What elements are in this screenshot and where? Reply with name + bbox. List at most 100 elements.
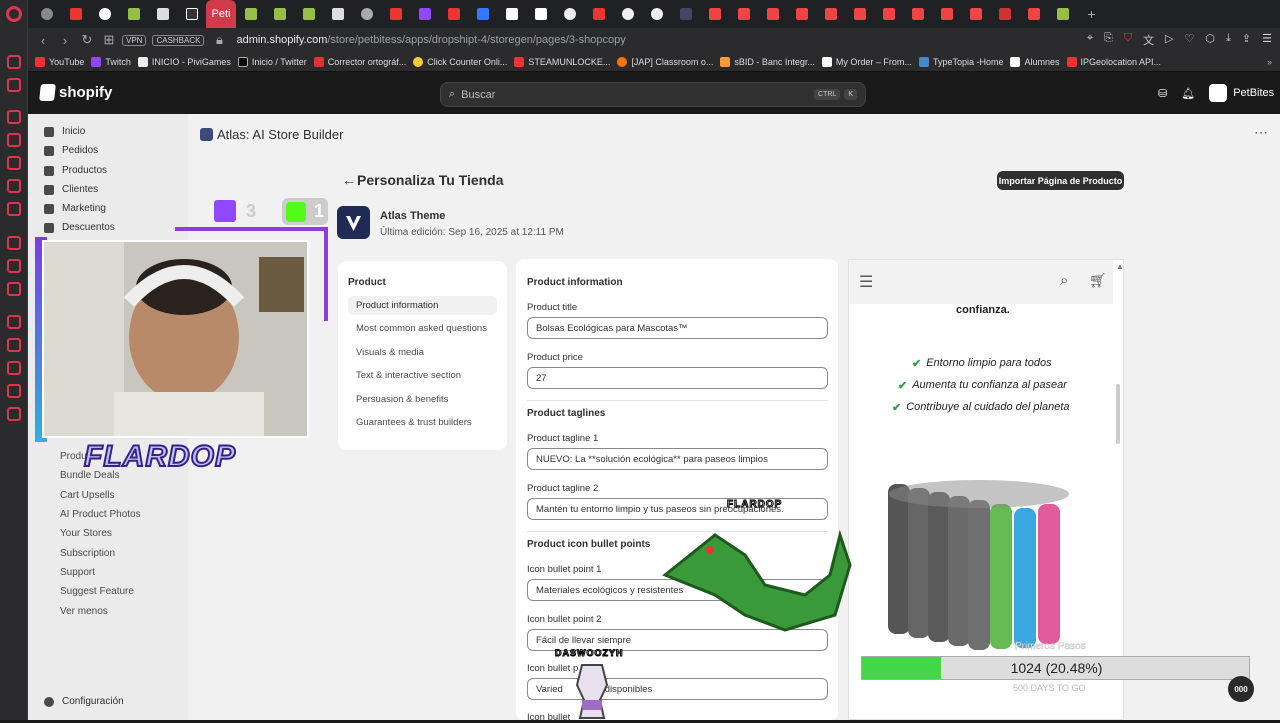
sidebar-item-inicio[interactable]: Inicio (44, 126, 85, 137)
tab[interactable] (787, 0, 816, 28)
tab[interactable] (177, 0, 206, 28)
tab[interactable] (729, 0, 758, 28)
speed-dial-icon[interactable]: ⊞ (102, 32, 116, 48)
bookmark-item[interactable]: TypeTopia -Home (918, 56, 1003, 67)
chat-bubble-badge[interactable]: 000 (1228, 676, 1254, 702)
tab[interactable] (961, 0, 990, 28)
tab-active[interactable]: Peti (206, 0, 236, 28)
store-switcher[interactable]: PetBites (1209, 84, 1274, 102)
preview-search-icon[interactable]: ⌕ (1060, 272, 1068, 289)
cashback-badge[interactable]: CASHBACK (152, 34, 205, 46)
nav-item-text-interactive[interactable]: Text & interactive section (348, 366, 497, 385)
tab[interactable] (61, 0, 90, 28)
tab[interactable] (845, 0, 874, 28)
bookmark-item[interactable]: IPGeolocation API... (1066, 56, 1161, 67)
cart-icon[interactable]: 🛒︎ (1089, 272, 1107, 289)
feedback-icon[interactable] (7, 384, 21, 398)
player-icon[interactable] (7, 202, 21, 216)
bookmark-item[interactable]: STEAMUNLOCKE... (514, 56, 610, 67)
tab[interactable] (410, 0, 439, 28)
download-icon[interactable] (7, 361, 21, 375)
bookmark-item[interactable]: INICIO - PiviGames (137, 56, 231, 67)
shield-icon[interactable]: ⛉ (1124, 32, 1132, 48)
back-arrow-icon[interactable]: ‹ (36, 33, 50, 48)
tab[interactable] (90, 0, 119, 28)
more-options-icon[interactable]: ⋯ (1254, 124, 1268, 141)
tab[interactable] (613, 0, 642, 28)
import-product-page-button[interactable]: Importar Página de Producto (997, 171, 1124, 190)
sidebar-subitem[interactable]: AI Product Photos (60, 509, 141, 520)
sidebar-item-productos[interactable]: Productos (44, 165, 107, 176)
reload-icon[interactable]: ↻ (80, 32, 94, 48)
sidebar-subitem[interactable]: Suggest Feature (60, 586, 134, 597)
bookmark-icon[interactable] (7, 338, 21, 352)
tab[interactable] (119, 0, 148, 28)
lock-icon[interactable]: 🔒︎ (212, 32, 226, 48)
bookmark-item[interactable]: Click Counter Onli... (413, 56, 507, 67)
search-input[interactable]: ⌕ Buscar CTRL K (440, 82, 866, 107)
product-price-input[interactable]: 27 (527, 367, 828, 389)
tab[interactable] (439, 0, 468, 28)
sidebar-subitem[interactable]: Cart Upsells (60, 490, 114, 501)
tab[interactable] (526, 0, 555, 28)
nav-item-guarantees[interactable]: Guarantees & trust builders (348, 413, 497, 432)
sidebar-subitem[interactable]: Produ (60, 451, 87, 462)
tab[interactable] (294, 0, 323, 28)
url-field[interactable]: admin.shopify.com/store/petbitess/apps/d… (236, 34, 625, 46)
bookmark-item[interactable]: [JAP] Classroom o... (617, 56, 713, 67)
sidebar-item-descuentos[interactable]: Descuentos (44, 222, 115, 233)
preview-scrollbar[interactable] (1116, 384, 1120, 444)
scroll-up-icon[interactable]: ▲ (1116, 262, 1124, 271)
tab[interactable] (903, 0, 932, 28)
back-arrow-icon[interactable]: ← (342, 172, 356, 188)
notifications-bell-icon[interactable]: 🔔︎ (1181, 87, 1195, 100)
share-icon[interactable]: ⇪ (1242, 32, 1251, 48)
tab[interactable] (148, 0, 177, 28)
play-icon[interactable]: ▷ (1165, 32, 1173, 48)
tab[interactable] (497, 0, 526, 28)
tab[interactable] (468, 0, 497, 28)
tab[interactable] (642, 0, 671, 28)
clock-icon[interactable] (7, 315, 21, 329)
sidebar-subitem[interactable]: Support (60, 567, 95, 578)
pin-tool-icon[interactable]: ⌖ (1087, 32, 1093, 48)
nav-item-visuals-media[interactable]: Visuals & media (348, 343, 497, 362)
twitch-side-icon[interactable] (7, 259, 21, 273)
new-tab-button[interactable]: + (1077, 0, 1106, 28)
messenger-icon[interactable] (7, 78, 21, 92)
tab[interactable] (555, 0, 584, 28)
nav-item-product-information[interactable]: Product information (348, 296, 497, 315)
tab[interactable] (700, 0, 729, 28)
wallet-icon[interactable] (7, 156, 21, 170)
bookmark-item[interactable]: Inicio / Twitter (237, 56, 307, 67)
x-icon[interactable] (7, 282, 21, 296)
tab[interactable] (1048, 0, 1077, 28)
bookmark-item[interactable]: Twitch (91, 56, 131, 67)
sidebar-item-clientes[interactable]: Clientes (44, 184, 98, 195)
sidebar-subitem[interactable]: Your Stores (60, 528, 112, 539)
nav-item-persuasion-benefits[interactable]: Persuasion & benefits (348, 390, 497, 409)
hamburger-menu-icon[interactable]: ☰ (859, 272, 873, 292)
nav-item-faq[interactable]: Most common asked questions (348, 319, 497, 338)
bookmark-item[interactable]: My Order – From... (821, 56, 912, 67)
tab[interactable] (671, 0, 700, 28)
tab[interactable] (990, 0, 1019, 28)
instagram-icon[interactable] (7, 179, 21, 193)
home-icon[interactable] (7, 55, 21, 69)
tab[interactable] (1019, 0, 1048, 28)
tab[interactable] (874, 0, 903, 28)
sidekick-icon[interactable]: ⛁ (1158, 87, 1167, 100)
ai-icon[interactable] (7, 110, 21, 124)
sidebar-item-pedidos[interactable]: Pedidos (44, 145, 98, 156)
tab[interactable] (32, 0, 61, 28)
bookmark-item[interactable]: sBID - Banc Integr... (720, 56, 815, 67)
tagline-1-input[interactable]: NUEVO: La **solución ecológica** para pa… (527, 448, 828, 470)
bookmark-item[interactable]: Corrector ortográf... (313, 56, 406, 67)
tab[interactable] (584, 0, 613, 28)
sidebar-item-marketing[interactable]: Marketing (44, 203, 106, 214)
bookmark-item[interactable]: YouTube (35, 56, 84, 67)
more-bookmarks-icon[interactable]: » (1267, 57, 1272, 67)
menu-icon[interactable]: ☰ (1262, 32, 1272, 48)
translate-icon[interactable]: 文 (1143, 32, 1154, 48)
history-icon[interactable] (7, 133, 21, 147)
